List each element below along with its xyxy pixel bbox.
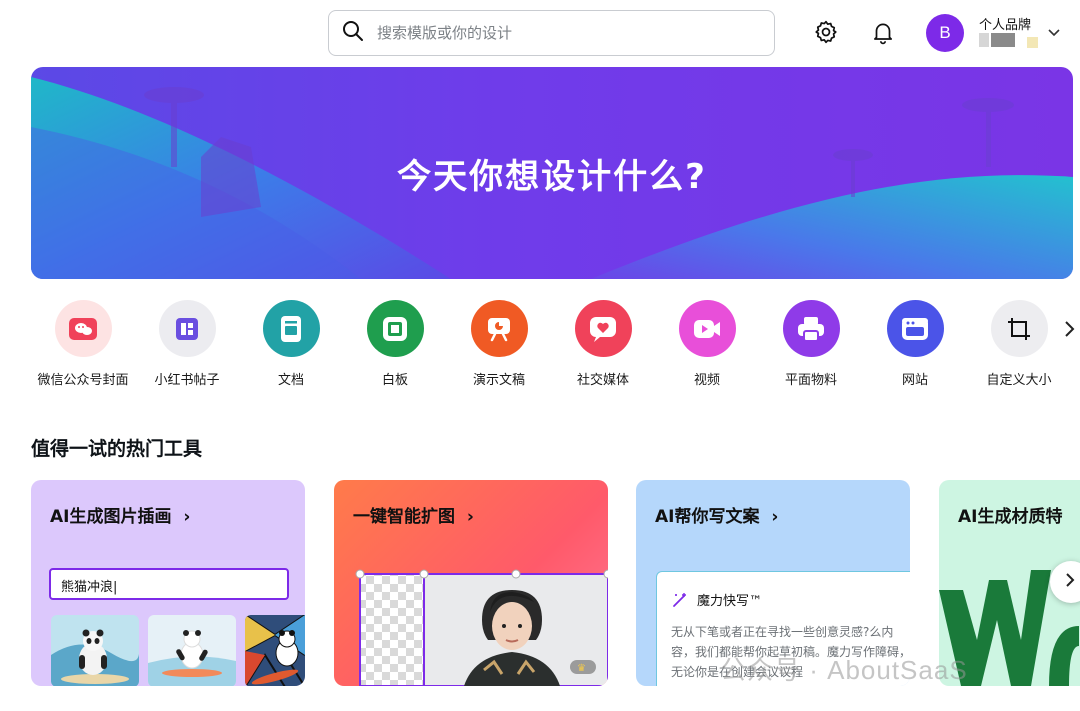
presentation-icon bbox=[470, 300, 528, 357]
video-icon bbox=[678, 300, 736, 357]
category-label: 演示文稿 bbox=[472, 373, 525, 388]
category-website[interactable]: 网站 bbox=[863, 300, 967, 391]
category-label: 文档 bbox=[277, 373, 304, 388]
category-label: 社交媒体 bbox=[576, 373, 629, 388]
category-wechat-cover[interactable]: 微信公众号封面 bbox=[31, 300, 135, 391]
category-label: 自定义大小 bbox=[986, 373, 1052, 388]
expand-preview-image: ♛ bbox=[355, 569, 608, 686]
team-name[interactable]: 个人品牌 bbox=[979, 14, 1031, 33]
search-input[interactable] bbox=[377, 24, 737, 42]
settings-gear-icon[interactable] bbox=[812, 18, 840, 46]
tool-card-title: AI帮你写文案 › bbox=[655, 507, 779, 527]
category-label: 视频 bbox=[693, 373, 720, 388]
custom-size-icon bbox=[990, 300, 1048, 357]
category-label: 白板 bbox=[381, 373, 408, 388]
category-whiteboard[interactable]: 白板 bbox=[343, 300, 447, 391]
category-print-materials[interactable]: 平面物料 bbox=[759, 300, 863, 391]
category-social-media[interactable]: 社交媒体 bbox=[551, 300, 655, 391]
category-label: 平面物料 bbox=[784, 373, 837, 388]
notification-bell-icon[interactable] bbox=[869, 18, 897, 46]
user-avatar[interactable]: B bbox=[926, 14, 964, 52]
panda-surfing-image-1 bbox=[51, 615, 139, 686]
wechat-icon bbox=[54, 300, 112, 357]
category-label: 小红书帖子 bbox=[154, 373, 220, 388]
blurred-text-block bbox=[991, 33, 1015, 47]
search-bar[interactable] bbox=[328, 10, 775, 56]
chevron-down-icon[interactable] bbox=[1046, 24, 1062, 40]
tool-card-smart-expand[interactable]: 一键智能扩图 › ♛ bbox=[334, 480, 608, 686]
svg-text:♛: ♛ bbox=[577, 663, 586, 674]
website-icon bbox=[886, 300, 944, 357]
tool-card-title: AI生成材质特 bbox=[958, 507, 1063, 527]
category-document[interactable]: 文档 bbox=[239, 300, 343, 391]
tool-card-ai-image[interactable]: AI生成图片插画 › 熊猫冲浪| bbox=[31, 480, 305, 686]
banner-title: 今天你想设计什么? bbox=[397, 157, 707, 197]
printer-icon bbox=[782, 300, 840, 357]
blurred-text-block bbox=[1027, 37, 1038, 48]
hero-banner: 今天你想设计什么? bbox=[31, 67, 1073, 279]
section-title: 值得一试的热门工具 bbox=[31, 438, 203, 460]
whiteboard-icon bbox=[366, 300, 424, 357]
category-label: 微信公众号封面 bbox=[37, 373, 129, 388]
category-presentation[interactable]: 演示文稿 bbox=[447, 300, 551, 391]
category-label: 网站 bbox=[901, 373, 928, 388]
chevron-right-icon bbox=[1064, 572, 1076, 592]
magic-wand-icon bbox=[671, 591, 689, 613]
magic-write-title: 魔力快写™ bbox=[697, 594, 763, 609]
prompt-input[interactable]: 熊猫冲浪| bbox=[49, 568, 289, 600]
search-icon bbox=[341, 19, 365, 47]
blurred-text-block bbox=[979, 33, 989, 47]
category-xiaohongshu-post[interactable]: 小红书帖子 bbox=[135, 300, 239, 391]
category-scroll-right-icon[interactable] bbox=[1060, 318, 1078, 340]
heart-icon bbox=[574, 300, 632, 357]
category-custom-size[interactable]: 自定义大小 bbox=[967, 300, 1071, 391]
grid-post-icon bbox=[158, 300, 216, 357]
panda-stained-glass-image bbox=[245, 615, 305, 686]
category-video[interactable]: 视频 bbox=[655, 300, 759, 391]
panda-surfing-image-2 bbox=[148, 615, 236, 686]
document-icon bbox=[262, 300, 320, 357]
watermark-text: 公众号 · AboutSaaS bbox=[720, 655, 968, 685]
tool-card-title: AI生成图片插画 › bbox=[50, 507, 191, 527]
